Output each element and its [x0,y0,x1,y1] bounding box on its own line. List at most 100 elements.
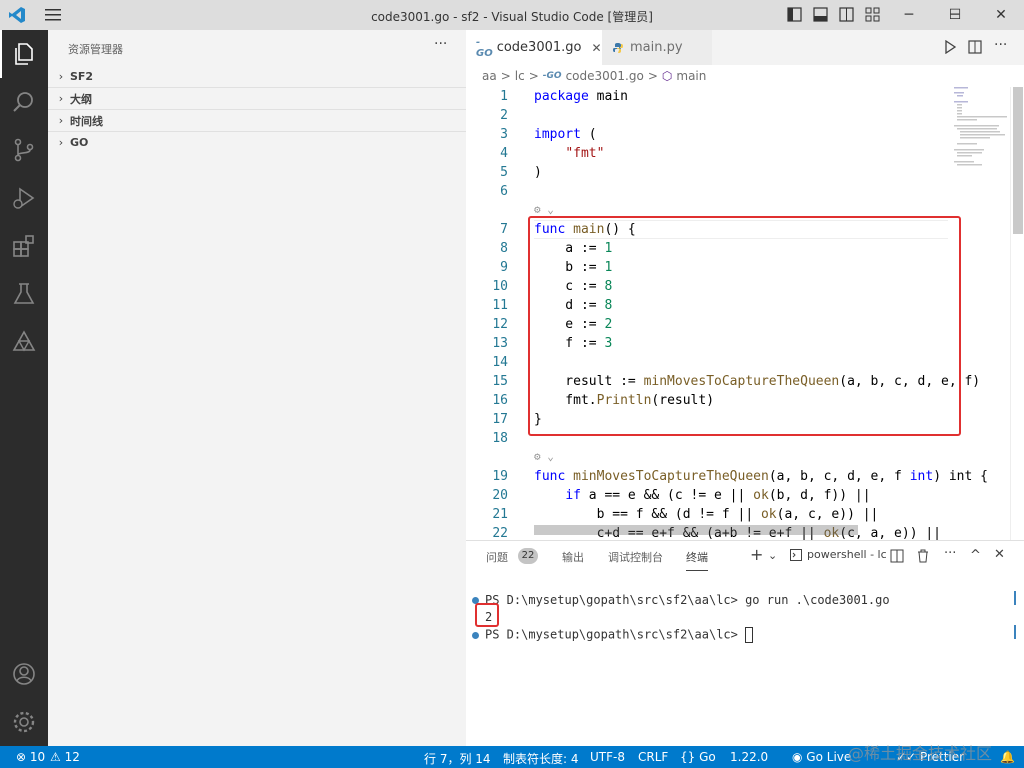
activity-bar [0,30,48,746]
terminal-scroll-marker [1014,591,1016,605]
line-code: ) [534,165,542,180]
line-number: 7 [500,222,508,237]
sidebar-section-timeline[interactable]: › 时间线 [48,109,466,131]
code-line[interactable]: 6 [466,182,946,201]
breadcrumb-separator: > [528,69,539,83]
section-label: SF2 [70,69,94,83]
more-actions-button[interactable]: ··· [434,36,447,52]
line-number: 21 [492,507,508,522]
output-highlight-box [475,603,499,627]
split-editor-icon[interactable] [968,40,982,54]
warnings-count[interactable]: ⚠ 12 [50,750,80,764]
breadcrumb-item[interactable]: lc [515,69,525,83]
layout-toggle-icons[interactable] [786,7,886,23]
editor-scrollbar-thumb[interactable] [1013,87,1023,234]
tab-problems[interactable]: 问题 [486,549,508,565]
code-line[interactable]: 1 package main [466,87,946,106]
account-icon[interactable] [0,650,48,698]
problems-count-badge: 22 [518,548,538,564]
explorer-icon[interactable] [0,30,48,78]
chevron-right-icon: › [58,114,64,127]
cube-icon: ⬡ [661,69,673,83]
tab-output[interactable]: 输出 [562,549,584,565]
split-terminal-icon[interactable] [890,549,904,563]
cursor-position[interactable]: 行 7，列 14 [424,750,491,767]
settings-gear-icon[interactable] [0,698,48,746]
breadcrumb-item[interactable]: aa [482,69,497,83]
explorer-sidebar: 资源管理器 ··· › SF2 › 大纲 › 时间线 › GO [48,30,466,746]
maximize-panel-button[interactable]: ^ [970,548,981,563]
line-number: 20 [492,488,508,503]
tab-label: main.py [630,40,683,55]
line-ending[interactable]: CRLF [638,750,668,764]
remote-icon[interactable] [0,318,48,366]
python-icon [613,42,623,53]
line-number: 16 [492,393,508,408]
run-debug-icon[interactable] [0,174,48,222]
breadcrumb: aa > lc > -GO code3001.go > ⬡ main [466,65,1024,87]
line-number: 19 [492,469,508,484]
go-live-button[interactable]: ◉ Go Live [792,750,851,764]
close-window-button[interactable]: ✕ [978,0,1024,30]
tab-terminal[interactable]: 终端 [686,549,708,571]
encoding[interactable]: UTF-8 [590,750,625,764]
chevron-right-icon: › [58,69,64,83]
horizontal-scrollbar[interactable] [534,525,858,535]
terminal-line: PS D:\mysetup\gopath\src\sf2\aa\lc> go r… [472,593,890,607]
maximize-button[interactable]: ☐ [932,0,978,30]
tab-code3001-go[interactable]: -GO code3001.go ✕ [466,30,602,65]
extensions-icon[interactable] [0,222,48,270]
close-panel-button[interactable]: ✕ [994,547,1005,562]
breadcrumb-item[interactable]: code3001.go [566,69,644,83]
terminal-name: powershell - lc [807,548,887,561]
code-line[interactable]: 2 [466,106,946,125]
sidebar-title: 资源管理器 [68,43,123,56]
line-number: 6 [500,184,508,199]
terminal-selector[interactable]: powershell - lc [790,548,887,561]
source-control-icon[interactable] [0,126,48,174]
tab-debug-console[interactable]: 调试控制台 [608,549,663,565]
testing-icon[interactable] [0,270,48,318]
code-line[interactable]: 5) [466,163,946,182]
code-line[interactable]: 3 import ( [466,125,946,144]
notifications-bell-icon[interactable]: 🔔 [1000,750,1015,764]
tab-label: code3001.go [496,40,582,55]
run-file-icon[interactable] [943,40,957,54]
close-tab-button[interactable]: ✕ [591,41,601,55]
code-line[interactable]: 4 "fmt" [466,144,946,163]
code-line[interactable]: 19 func minMovesToCaptureTheQueen(a, b, c… [466,467,988,486]
errors-count[interactable]: ⊗ 10 [16,750,45,764]
line-code: b == f && (d != f || ok(a, c, e)) || [534,507,879,522]
code-line[interactable]: 20 if a == e && (c != e || ok(b, d, f)) … [466,486,946,505]
line-number: 9 [500,260,508,275]
line-number: 17 [492,412,508,427]
terminal-prompt[interactable]: PS D:\mysetup\gopath\src\sf2\aa\lc> [472,627,754,643]
line-code: func minMovesToCaptureTheQueen(a, b, c, … [534,469,988,484]
sidebar-section-outline[interactable]: › 大纲 [48,87,466,109]
minimize-button[interactable]: ─ [886,0,932,30]
section-label: 大纲 [70,92,92,106]
trash-icon[interactable] [916,549,930,563]
terminal-cursor [745,627,754,643]
language-mode[interactable]: {} Go [680,750,716,764]
breadcrumb-item[interactable]: main [676,69,706,83]
breadcrumb-separator: > [647,69,658,83]
go-version[interactable]: 1.22.0 [730,750,768,764]
sidebar-section-go[interactable]: › GO [48,131,466,153]
sidebar-section-sf2[interactable]: › SF2 [48,65,466,87]
search-icon[interactable] [0,78,48,126]
line-number: 18 [492,431,508,446]
line-number: 12 [492,317,508,332]
tab-main-py[interactable]: main.py [602,30,712,65]
line-number: 22 [492,526,508,540]
line-code: import ( [534,127,597,142]
chevron-right-icon: › [58,92,64,105]
line-number: 11 [492,298,508,313]
terminal-dot-icon [472,631,479,639]
more-panel-actions-button[interactable]: ··· [944,546,956,561]
tab-size[interactable]: 制表符长度: 4 [503,750,579,767]
more-editor-actions-button[interactable]: ··· [994,37,1007,53]
code-line[interactable]: 21 b == f && (d != f || ok(a, c, e)) || [466,505,946,524]
new-terminal-button[interactable]: + [750,545,763,564]
chevron-down-icon[interactable]: ⌄ [768,549,777,562]
